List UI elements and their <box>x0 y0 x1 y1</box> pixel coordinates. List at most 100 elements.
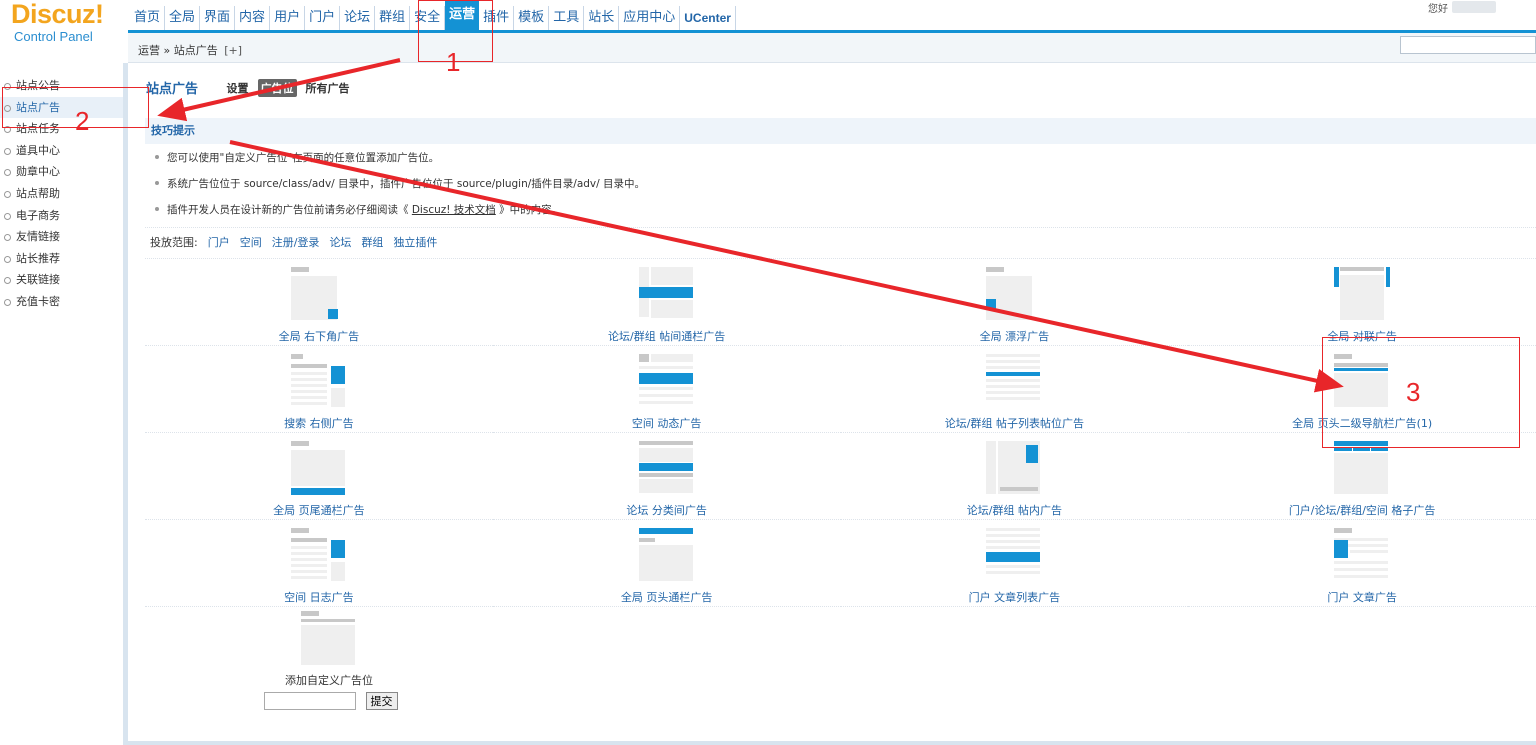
tip-text: 插件开发人员在设计新的广告位前请务必仔细阅读《 <box>167 204 412 216</box>
sidebar-item[interactable]: 站点帮助 <box>0 183 123 205</box>
ad-slot-label: 全局 漂浮广告 <box>979 330 1050 343</box>
nav-item-7[interactable]: 群组 <box>375 6 411 30</box>
range-links: 门户 空间 注册/登录 论坛 群组 独立插件 <box>198 236 438 249</box>
ad-slot[interactable]: 空间 日志广告 <box>145 520 493 607</box>
range-link[interactable]: 独立插件 <box>393 236 437 249</box>
tip-text: 》中的内容。 <box>495 204 563 216</box>
subnav-ad-icon <box>1334 354 1389 407</box>
ad-slot[interactable]: 门户 文章列表广告 <box>840 520 1189 607</box>
breadcrumb: 运营 » 站点广告 [+] <box>138 42 242 58</box>
custom-ad-form: 提交 <box>264 692 398 710</box>
sidebar-item[interactable]: 勋章中心 <box>0 161 123 183</box>
ad-slot-label: 论坛/群组 帖内广告 <box>966 504 1062 517</box>
placement-range-filter: 投放范围: 门户 空间 注册/登录 论坛 群组 独立插件 <box>145 227 1536 259</box>
ad-slot-label: 论坛/群组 帖间通栏广告 <box>608 330 726 343</box>
ad-slot[interactable]: 空间 动态广告 <box>492 346 841 433</box>
logo[interactable]: Discuz! Control Panel <box>0 0 128 61</box>
custom-ad-slot[interactable]: 添加自定义广告位 <box>264 611 394 688</box>
add-shortcut-button[interactable]: [+] <box>224 44 242 57</box>
nav-item-9[interactable]: 运营 <box>445 0 480 30</box>
tab-1[interactable]: 广告位 <box>257 78 297 97</box>
nav-item-6[interactable]: 论坛 <box>340 6 376 30</box>
ad-slot[interactable]: 全局 页头二级导航栏广告(1) <box>1188 346 1536 433</box>
nav-item-11[interactable]: 模板 <box>514 6 550 30</box>
nav-item-1[interactable]: 全局 <box>165 6 201 30</box>
ad-slot-label: 门户 文章广告 <box>1327 591 1397 604</box>
tips-list: 您可以使用"自定义广告位"在页面的任意位置添加广告位。 系统广告位位于 sour… <box>153 150 645 228</box>
sidebar-item[interactable]: 站长推荐 <box>0 248 123 270</box>
ad-slot[interactable]: 全局 漂浮广告 <box>840 259 1189 346</box>
range-link[interactable]: 群组 <box>361 236 383 249</box>
ad-slot[interactable]: 门户 文章广告 <box>1188 520 1536 607</box>
sidebar-item[interactable]: 充值卡密 <box>0 291 123 313</box>
tech-doc-link[interactable]: Discuz! 技术文档 <box>412 204 496 216</box>
corner-ad-icon <box>290 267 338 320</box>
sidebar-item[interactable]: 电子商务 <box>0 205 123 227</box>
sidebar-item[interactable]: 站点广告 <box>0 96 123 119</box>
ad-slot-label: 空间 日志广告 <box>284 591 354 604</box>
float-ad-icon <box>986 267 1033 320</box>
nav-item-0[interactable]: 首页 <box>130 6 166 30</box>
top-nav-bar: 首页 全局 界面 内容 用户 门户 论坛 群组 安全 运营 插件 模板 工具 站长 应用中心 UCenter <box>128 0 1536 30</box>
sidebar-item[interactable]: 道具中心 <box>0 140 123 162</box>
ad-slot[interactable]: 论坛 分类间广告 <box>492 433 841 520</box>
ad-slot[interactable]: 全局 对联广告 <box>1188 259 1536 346</box>
ad-slot[interactable]: 全局 页头通栏广告 <box>492 520 841 607</box>
ad-slot[interactable]: 全局 右下角广告 <box>145 259 493 346</box>
feed-ad-icon <box>638 354 693 404</box>
post-banner-ad-icon <box>638 267 693 318</box>
in-post-ad-icon <box>986 441 1041 494</box>
ad-slot-label: 全局 对联广告 <box>1327 330 1397 343</box>
ad-slot[interactable]: 论坛/群组 帖子列表帖位广告 <box>840 346 1189 433</box>
logo-subtitle: Control Panel <box>14 29 93 44</box>
ad-slot-label: 论坛 分类间广告 <box>626 504 707 517</box>
sidebar-item[interactable]: 站点任务 <box>0 118 123 140</box>
page-title: 站点广告 <box>146 82 199 97</box>
search-right-ad-icon <box>290 354 345 407</box>
nav-item-3[interactable]: 内容 <box>235 6 271 30</box>
ad-slot-label: 全局 右下角广告 <box>278 330 360 343</box>
custom-ad-icon <box>301 611 355 665</box>
user-greeting: 您好 <box>1428 4 1448 15</box>
tip-item: 您可以使用"自定义广告位"在页面的任意位置添加广告位。 <box>153 150 645 176</box>
tab-2[interactable]: 所有广告 <box>303 79 353 97</box>
ad-slot-label: 论坛/群组 帖子列表帖位广告 <box>944 417 1084 430</box>
nav-item-4[interactable]: 用户 <box>270 6 306 30</box>
quick-search-input[interactable] <box>1400 36 1536 54</box>
page-tabs: 设置 广告位 所有广告 <box>224 78 359 97</box>
breadcrumb-bar: 运营 » 站点广告 [+] <box>128 33 1536 63</box>
sidebar-item[interactable]: 友情链接 <box>0 226 123 248</box>
top-navigation: 首页 全局 界面 内容 用户 门户 论坛 群组 安全 运营 插件 模板 工具 站长 应用中心 UCenter <box>128 0 1536 33</box>
ad-slot[interactable]: 全局 页尾通栏广告 <box>145 433 493 520</box>
nav-item-2[interactable]: 界面 <box>200 6 236 30</box>
ad-slot-label: 全局 页头二级导航栏广告(1) <box>1292 417 1433 430</box>
range-link[interactable]: 注册/登录 <box>272 236 320 249</box>
range-link[interactable]: 论坛 <box>329 236 351 249</box>
sidebar-item[interactable]: 关联链接 <box>0 269 123 291</box>
nav-item-14[interactable]: 应用中心 <box>619 6 681 30</box>
range-link[interactable]: 门户 <box>208 236 230 249</box>
tab-0[interactable]: 设置 <box>224 79 252 97</box>
page-heading: 站点广告 设置 广告位 所有广告 <box>146 78 359 97</box>
ad-slot-label: 空间 动态广告 <box>631 417 702 430</box>
couplet-ad-icon <box>1334 267 1391 320</box>
range-link[interactable]: 空间 <box>240 236 262 249</box>
article-ad-icon <box>1334 528 1389 578</box>
nav-item-12[interactable]: 工具 <box>549 6 585 30</box>
nav-item-15[interactable]: UCenter <box>680 6 736 30</box>
ad-slot[interactable]: 门户/论坛/群组/空间 格子广告 <box>1188 433 1536 520</box>
submit-button[interactable]: 提交 <box>365 692 398 710</box>
sidebar-item[interactable]: 站点公告 <box>0 75 123 97</box>
nav-item-10[interactable]: 插件 <box>479 6 515 30</box>
ad-slot[interactable]: 论坛/群组 帖内广告 <box>840 433 1189 520</box>
nav-item-5[interactable]: 门户 <box>305 6 341 30</box>
ad-slot-label: 搜索 右侧广告 <box>284 417 354 430</box>
ad-slot[interactable]: 搜索 右侧广告 <box>145 346 493 433</box>
ad-slot-label: 全局 页尾通栏广告 <box>273 504 365 517</box>
nav-item-13[interactable]: 站长 <box>584 6 620 30</box>
tip-item: 系统广告位位于 source/class/adv/ 目录中，插件广告位位于 so… <box>153 176 645 202</box>
ad-slot[interactable]: 论坛/群组 帖间通栏广告 <box>492 259 841 346</box>
nav-item-8[interactable]: 安全 <box>410 6 446 30</box>
custom-ad-name-input[interactable] <box>264 692 356 710</box>
ad-slot-label: 门户 文章列表广告 <box>968 591 1061 604</box>
